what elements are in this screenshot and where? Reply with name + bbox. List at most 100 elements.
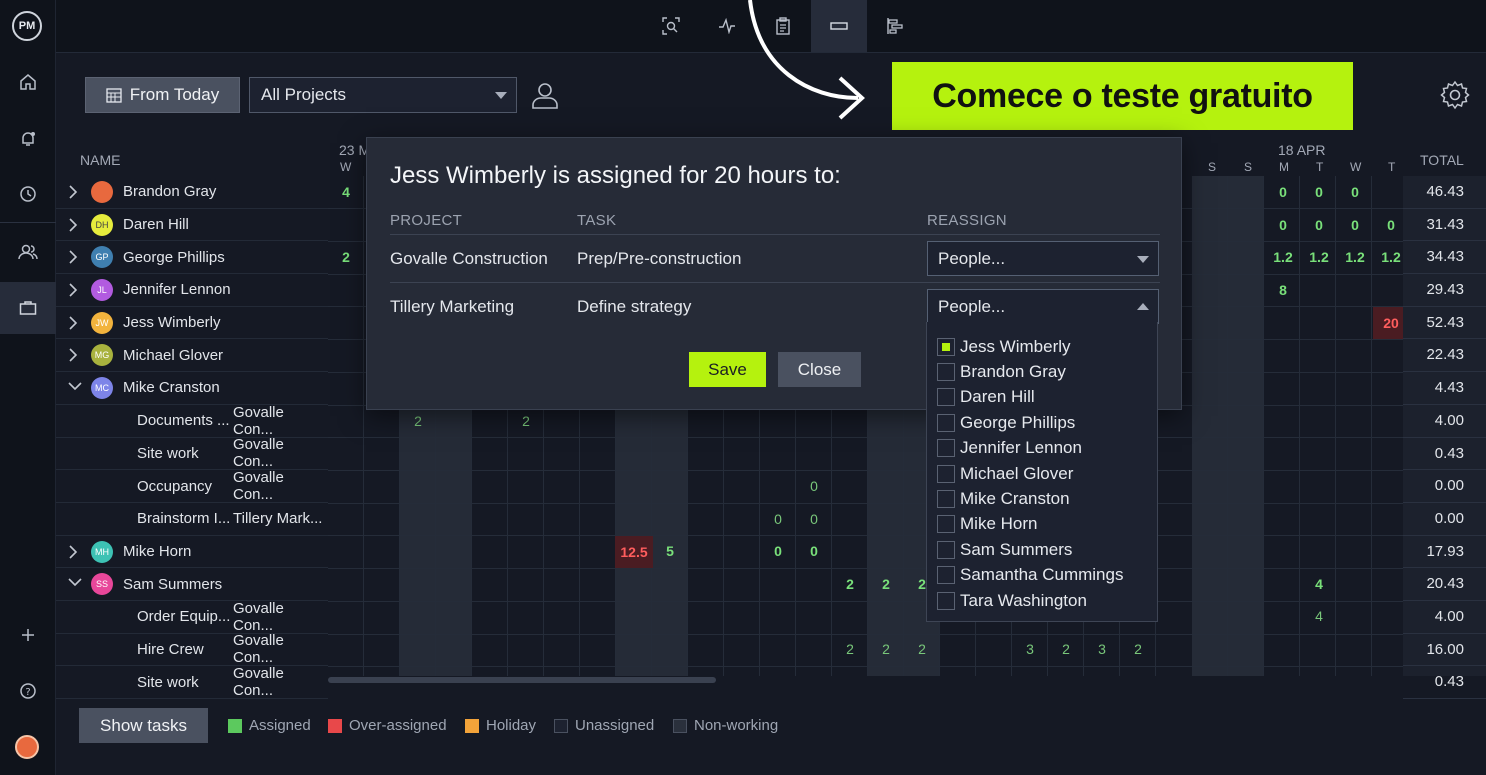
- horizontal-scrollbar[interactable]: [328, 677, 716, 683]
- user-avatar[interactable]: [15, 735, 39, 759]
- user-filter-icon[interactable]: [530, 80, 560, 115]
- hours-cell[interactable]: 0: [1337, 217, 1373, 233]
- task-row[interactable]: Site work Govalle Con...: [56, 436, 328, 470]
- hours-cell[interactable]: 2: [868, 576, 904, 592]
- show-tasks-button[interactable]: Show tasks: [79, 708, 208, 743]
- people-option[interactable]: Jennifer Lennon: [927, 436, 1157, 461]
- free-trial-cta-button[interactable]: Comece o teste gratuito: [892, 62, 1353, 130]
- reassign-select-open[interactable]: People...: [927, 289, 1159, 324]
- resource-row[interactable]: JW Jess Wimberly: [56, 307, 328, 340]
- chevron-right-icon[interactable]: [68, 218, 78, 232]
- task-row[interactable]: Brainstorm I... Tillery Mark...: [56, 503, 328, 536]
- hours-cell[interactable]: 0: [796, 478, 832, 494]
- resource-row[interactable]: MG Michael Glover: [56, 339, 328, 373]
- hours-cell[interactable]: 2: [400, 413, 436, 429]
- chevron-down-icon[interactable]: [68, 381, 82, 391]
- task-row[interactable]: Site work Govalle Con...: [56, 665, 328, 699]
- hours-cell[interactable]: 2: [328, 249, 364, 265]
- chevron-right-icon[interactable]: [68, 316, 78, 330]
- resource-row[interactable]: JL Jennifer Lennon: [56, 274, 328, 307]
- people-option[interactable]: Brandon Gray: [927, 359, 1157, 384]
- briefcase-icon[interactable]: [0, 282, 56, 334]
- people-option[interactable]: Samantha Cummings: [927, 563, 1157, 588]
- task-row[interactable]: Documents ... Govalle Con...: [56, 404, 328, 438]
- checkbox[interactable]: [937, 363, 955, 382]
- hours-cell[interactable]: 1.2: [1373, 249, 1403, 265]
- resource-row[interactable]: DH Daren Hill: [56, 209, 328, 242]
- hours-cell[interactable]: 4: [1301, 608, 1337, 624]
- task-row[interactable]: Hire Crew Govalle Con...: [56, 632, 328, 666]
- resource-row[interactable]: SS Sam Summers: [56, 568, 328, 601]
- notifications-icon[interactable]: [0, 119, 56, 159]
- hours-cell[interactable]: 5: [652, 543, 688, 559]
- checkbox[interactable]: [937, 515, 955, 534]
- people-icon[interactable]: [0, 232, 56, 272]
- resource-row[interactable]: GP George Phillips: [56, 241, 328, 275]
- reassign-select[interactable]: People...: [927, 241, 1159, 276]
- clock-icon[interactable]: [0, 174, 56, 214]
- people-option[interactable]: Mike Cranston: [927, 486, 1157, 511]
- hours-cell[interactable]: 2: [832, 576, 868, 592]
- hours-cell[interactable]: 1.2: [1337, 249, 1373, 265]
- task-row[interactable]: Order Equip... Govalle Con...: [56, 600, 328, 634]
- hours-cell[interactable]: 1.2: [1301, 249, 1337, 265]
- checkbox[interactable]: [937, 540, 955, 559]
- hours-cell[interactable]: 3: [1012, 641, 1048, 657]
- project-filter-select[interactable]: All Projects: [249, 77, 517, 113]
- checkbox[interactable]: [937, 591, 955, 610]
- hours-cell[interactable]: 2: [904, 641, 940, 657]
- people-option[interactable]: Michael Glover: [927, 461, 1157, 486]
- home-icon[interactable]: [0, 62, 56, 102]
- over-assigned-cell[interactable]: 20: [1373, 307, 1403, 339]
- people-option[interactable]: Daren Hill: [927, 385, 1157, 410]
- chevron-right-icon[interactable]: [68, 250, 78, 264]
- from-today-button[interactable]: From Today: [85, 77, 240, 113]
- close-button[interactable]: Close: [778, 352, 861, 387]
- hours-cell[interactable]: 0: [796, 543, 832, 559]
- chevron-right-icon[interactable]: [68, 283, 78, 297]
- hours-cell[interactable]: 3: [1084, 641, 1120, 657]
- over-assigned-cell[interactable]: 12.5: [615, 536, 653, 568]
- chevron-right-icon[interactable]: [68, 185, 78, 199]
- resource-row[interactable]: MC Mike Cranston: [56, 372, 328, 405]
- chevron-down-icon[interactable]: [68, 577, 82, 587]
- hours-cell[interactable]: 4: [328, 184, 364, 200]
- chevron-right-icon[interactable]: [68, 348, 78, 363]
- hours-cell[interactable]: 0: [1373, 217, 1403, 233]
- people-option[interactable]: Jess Wimberly: [927, 334, 1157, 359]
- chevron-right-icon[interactable]: [68, 544, 78, 559]
- checkbox[interactable]: [937, 464, 955, 483]
- checkbox[interactable]: [937, 490, 955, 509]
- hours-cell[interactable]: 0: [1301, 217, 1337, 233]
- hours-cell[interactable]: 0: [1265, 184, 1301, 200]
- resource-row[interactable]: Brandon Gray: [56, 176, 328, 209]
- people-option[interactable]: George Phillips: [927, 410, 1157, 435]
- hours-cell[interactable]: 0: [760, 511, 796, 527]
- resource-row[interactable]: MH Mike Horn: [56, 536, 328, 569]
- task-row[interactable]: Occupancy Govalle Con...: [56, 469, 328, 503]
- checkbox[interactable]: [937, 413, 955, 432]
- hours-cell[interactable]: 2: [508, 413, 544, 429]
- search-zoom-icon[interactable]: [643, 0, 699, 52]
- plus-icon[interactable]: [0, 615, 56, 655]
- hours-cell[interactable]: 2: [1120, 641, 1156, 657]
- hours-cell[interactable]: 0: [1265, 217, 1301, 233]
- app-logo[interactable]: PM: [12, 11, 42, 41]
- help-icon[interactable]: ?: [0, 671, 56, 711]
- checkbox[interactable]: [937, 566, 955, 585]
- gear-icon[interactable]: [1440, 80, 1470, 115]
- checkbox[interactable]: [937, 439, 955, 458]
- save-button[interactable]: Save: [689, 352, 766, 387]
- checkbox[interactable]: [937, 388, 955, 407]
- hours-cell[interactable]: 1.2: [1265, 249, 1301, 265]
- hours-cell[interactable]: 0: [1301, 184, 1337, 200]
- hours-cell[interactable]: 2: [832, 641, 868, 657]
- people-option[interactable]: Mike Horn: [927, 512, 1157, 537]
- hours-cell[interactable]: 0: [760, 543, 796, 559]
- hours-cell[interactable]: 2: [1048, 641, 1084, 657]
- checkbox[interactable]: [937, 337, 955, 356]
- hours-cell[interactable]: 8: [1265, 282, 1301, 298]
- people-option[interactable]: Tara Washington: [927, 588, 1157, 613]
- hours-cell[interactable]: 4: [1301, 576, 1337, 592]
- hours-cell[interactable]: 0: [796, 511, 832, 527]
